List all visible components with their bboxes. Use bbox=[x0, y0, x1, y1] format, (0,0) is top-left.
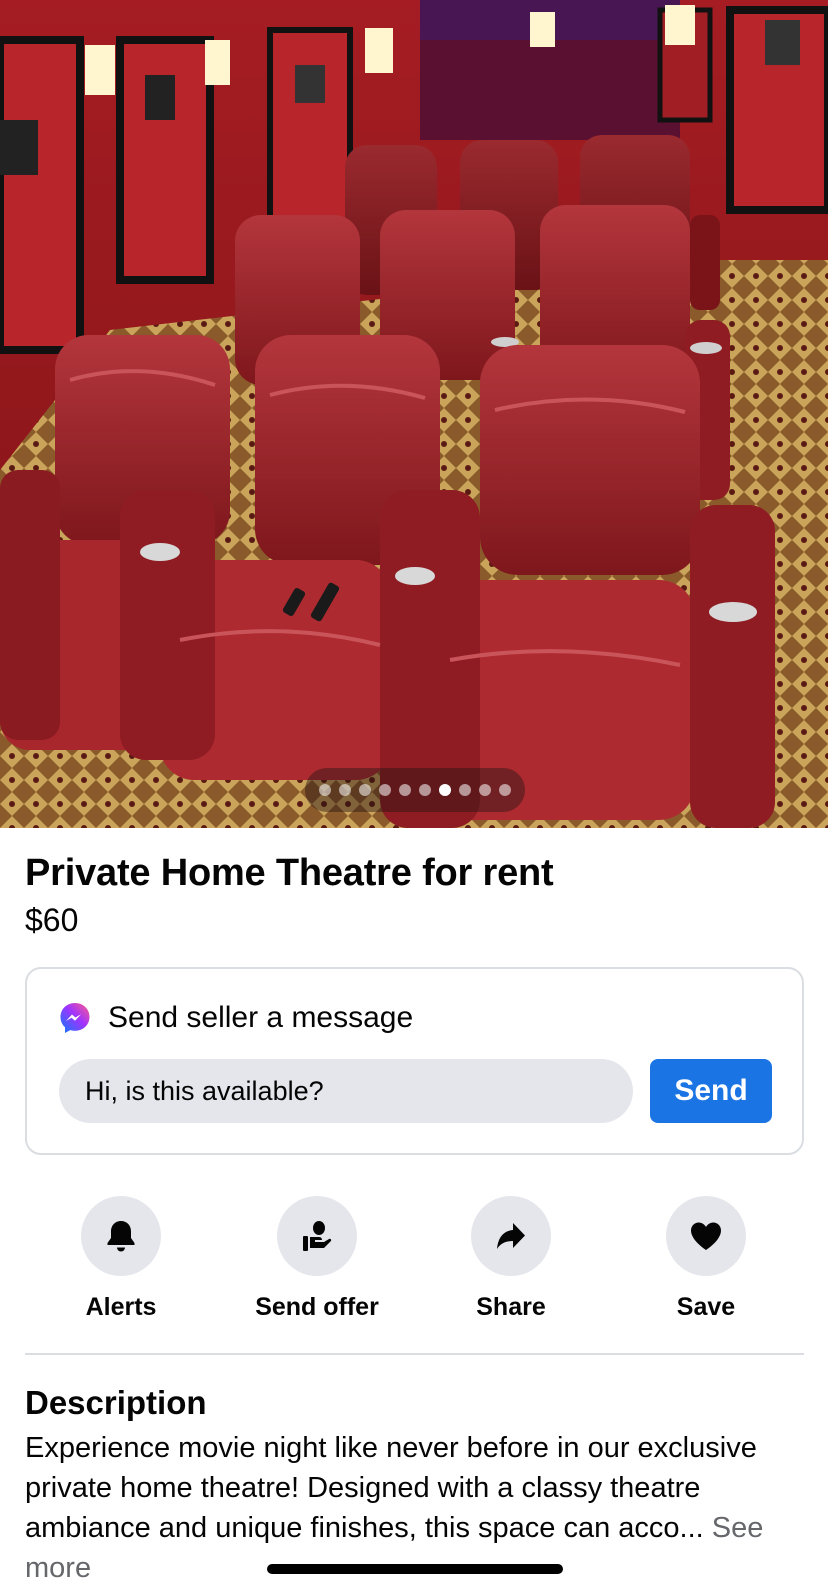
message-card-header: Send seller a message bbox=[58, 1001, 413, 1035]
listing-price: $60 bbox=[25, 902, 79, 938]
alerts-label: Alerts bbox=[85, 1293, 157, 1321]
carousel-dot[interactable] bbox=[339, 784, 351, 796]
listing-title: Private Home Theatre for rent bbox=[25, 852, 554, 894]
carousel-dot[interactable] bbox=[359, 784, 371, 796]
heart-icon bbox=[691, 1222, 721, 1250]
carousel-dot[interactable] bbox=[399, 784, 411, 796]
offer-hand-icon bbox=[303, 1221, 332, 1251]
share-circle[interactable] bbox=[471, 1196, 551, 1276]
home-indicator[interactable] bbox=[267, 1564, 563, 1574]
share-label: Share bbox=[476, 1293, 546, 1321]
save-label: Save bbox=[676, 1293, 736, 1321]
save-circle[interactable] bbox=[666, 1196, 746, 1276]
message-card-heading: Send seller a message bbox=[108, 1001, 414, 1034]
messenger-icon bbox=[60, 1003, 90, 1033]
save-button[interactable]: Save bbox=[606, 1196, 806, 1322]
send-offer-label: Send offer bbox=[255, 1293, 379, 1321]
theater-seats-photo bbox=[0, 0, 828, 828]
description-heading: Description bbox=[25, 1384, 207, 1421]
section-divider bbox=[25, 1353, 804, 1355]
description-body: Experience movie night like never before… bbox=[25, 1432, 757, 1544]
alerts-circle[interactable] bbox=[81, 1196, 161, 1276]
listing-photo[interactable] bbox=[0, 0, 828, 828]
send-button[interactable]: Send bbox=[650, 1059, 772, 1123]
carousel-dot[interactable] bbox=[499, 784, 511, 796]
carousel-dot[interactable] bbox=[479, 784, 491, 796]
listing-actions: Alerts Send offer Share Save bbox=[0, 1196, 828, 1326]
message-input[interactable]: Hi, is this available? bbox=[59, 1059, 633, 1123]
bell-icon bbox=[107, 1221, 135, 1252]
alerts-button[interactable]: Alerts bbox=[21, 1196, 221, 1322]
carousel-dot[interactable] bbox=[379, 784, 391, 796]
carousel-dot[interactable] bbox=[419, 784, 431, 796]
share-button[interactable]: Share bbox=[411, 1196, 611, 1322]
message-seller-card: Send seller a message Hi, is this availa… bbox=[25, 967, 804, 1155]
carousel-dot[interactable] bbox=[459, 784, 471, 796]
send-offer-circle[interactable] bbox=[277, 1196, 357, 1276]
send-offer-button[interactable]: Send offer bbox=[217, 1196, 417, 1322]
carousel-indicator[interactable] bbox=[305, 768, 525, 812]
carousel-dot[interactable] bbox=[439, 784, 451, 796]
carousel-dot[interactable] bbox=[319, 784, 331, 796]
share-arrow-icon bbox=[497, 1223, 525, 1249]
